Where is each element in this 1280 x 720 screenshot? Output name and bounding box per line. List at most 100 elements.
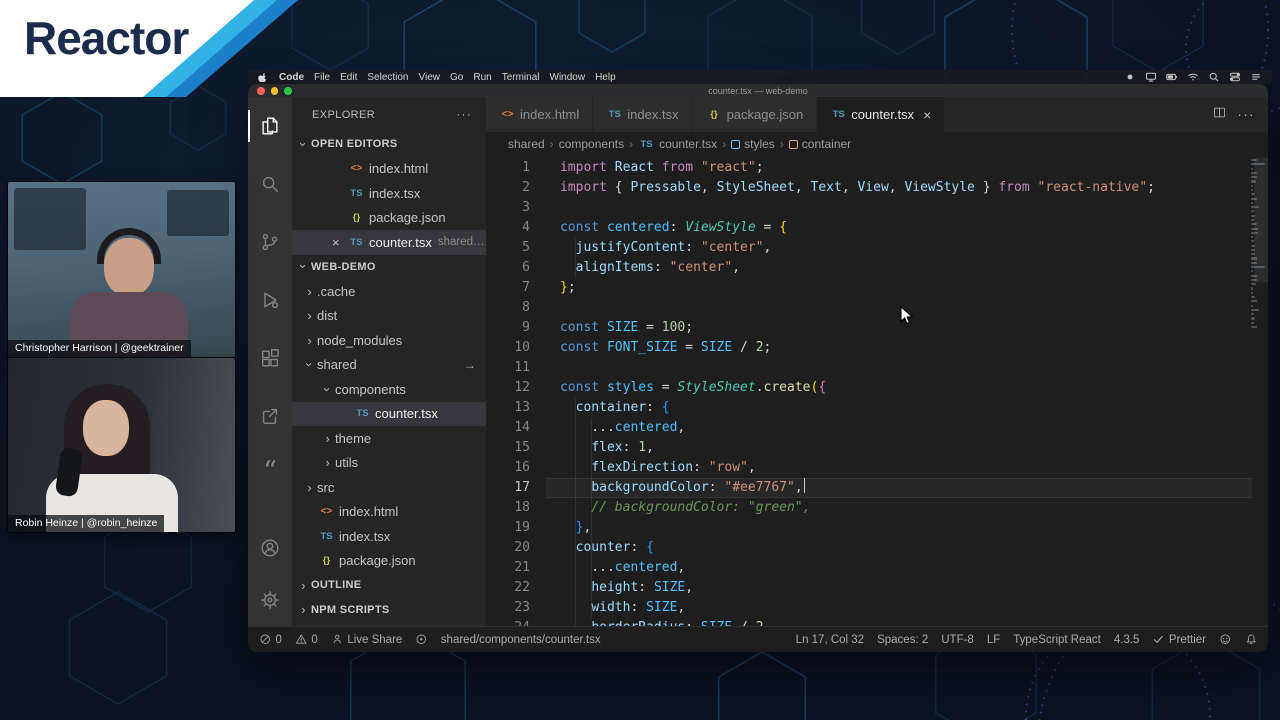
code-line-21[interactable]: ...centered, (546, 558, 1252, 578)
open-editor-counter.tsx[interactable]: × TS counter.tsx shared… (292, 230, 486, 255)
code-line-22[interactable]: height: SIZE, (546, 578, 1252, 598)
code-line-19[interactable]: }, (546, 518, 1252, 538)
code-line-12[interactable]: const styles = StyleSheet.create({ (546, 378, 1252, 398)
explorer-more-actions-icon[interactable]: ··· (457, 109, 473, 121)
code-content[interactable]: import React from "react"; import { Press… (546, 158, 1252, 626)
status-live-session[interactable] (415, 633, 428, 646)
activity-source-control[interactable] (248, 213, 292, 271)
status-problems-errors[interactable]: 0 (259, 633, 282, 646)
code-editor[interactable]: 123456789101112131415161718192021222324 … (486, 156, 1268, 626)
menu-window[interactable]: Window (550, 72, 586, 83)
tree-folder-shared[interactable]: › shared → (292, 353, 486, 378)
status-encoding[interactable]: UTF-8 (941, 634, 974, 646)
code-line-5[interactable]: justifyContent: "center", (546, 238, 1252, 258)
code-line-13[interactable]: container: { (546, 398, 1252, 418)
code-line-18[interactable]: // backgroundColor: "green", (546, 498, 1252, 518)
activity-extensions[interactable] (248, 329, 292, 387)
breadcrumb-counter.tsx[interactable]: TS counter.tsx (638, 137, 718, 151)
status-active-file-path[interactable]: shared/components/counter.tsx (441, 634, 601, 646)
close-editor-icon[interactable]: × (332, 235, 348, 250)
menu-view[interactable]: View (419, 72, 441, 83)
section-web-demo[interactable]: › WEB-DEMO (292, 255, 486, 280)
tab-index.tsx[interactable]: TS index.tsx (593, 97, 693, 132)
breadcrumb-container[interactable]: container (788, 137, 851, 151)
code-line-10[interactable]: const FONT_SIZE = SIZE / 2; (546, 338, 1252, 358)
menu-run[interactable]: Run (473, 72, 491, 83)
activity-explorer[interactable] (248, 97, 292, 155)
status-notifications[interactable] (1245, 633, 1258, 646)
tree-file-package.json[interactable]: {} package.json (292, 549, 486, 574)
activity-accounts[interactable] (248, 522, 292, 574)
code-line-24[interactable]: borderRadius: SIZE / 2, (546, 618, 1252, 626)
code-line-23[interactable]: width: SIZE, (546, 598, 1252, 618)
code-line-11[interactable] (546, 358, 1252, 378)
tab-package.json[interactable]: {} package.json (692, 97, 818, 132)
code-line-20[interactable]: counter: { (546, 538, 1252, 558)
battery-icon[interactable] (1166, 71, 1178, 83)
open-editor-index.tsx[interactable]: TS index.tsx (292, 181, 486, 206)
code-line-14[interactable]: ...centered, (546, 418, 1252, 438)
scrollbar-thumb[interactable] (1254, 158, 1268, 282)
split-editor-icon[interactable] (1212, 105, 1227, 125)
menu-selection[interactable]: Selection (367, 72, 408, 83)
tree-folder-utils[interactable]: › utils (292, 451, 486, 476)
code-line-2[interactable]: import { Pressable, StyleSheet, Text, Vi… (546, 178, 1252, 198)
line-numbers[interactable]: 123456789101112131415161718192021222324 (486, 158, 530, 626)
tree-folder-theme[interactable]: › theme (292, 426, 486, 451)
menu-help[interactable]: Help (595, 72, 616, 83)
status-live-share[interactable]: Live Share (331, 633, 402, 646)
code-line-16[interactable]: flexDirection: "row", (546, 458, 1252, 478)
display-icon[interactable] (1145, 71, 1157, 83)
tab-counter.tsx[interactable]: TS counter.tsx × (817, 97, 946, 132)
menu-file[interactable]: File (314, 72, 330, 83)
code-line-17[interactable]: backgroundColor: "#ee7767", (546, 478, 1252, 498)
open-editor-package.json[interactable]: {} package.json (292, 206, 486, 231)
status-indentation[interactable]: Spaces: 2 (877, 634, 928, 646)
status-language-mode[interactable]: TypeScript React (1013, 634, 1101, 646)
activity-manage[interactable] (248, 574, 292, 626)
tab-index.html[interactable]: <> index.html (486, 97, 594, 132)
tree-folder-src[interactable]: › src (292, 475, 486, 500)
tree-folder-dist[interactable]: › dist (292, 304, 486, 329)
tree-file-index.html[interactable]: <> index.html (292, 500, 486, 525)
control-center-icon[interactable] (1229, 71, 1241, 83)
search-icon[interactable] (1208, 71, 1220, 83)
code-line-7[interactable]: }; (546, 278, 1252, 298)
activity-search[interactable] (248, 155, 292, 213)
breadcrumb-shared[interactable]: shared (508, 137, 545, 151)
status-feedback[interactable] (1219, 633, 1232, 646)
menu-go[interactable]: Go (450, 72, 463, 83)
menu-edit[interactable]: Edit (340, 72, 357, 83)
activity-live-share[interactable] (248, 387, 292, 445)
code-line-6[interactable]: alignItems: "center", (546, 258, 1252, 278)
more-actions-icon[interactable]: ··· (1238, 107, 1256, 122)
activity-run-and-debug[interactable] (248, 271, 292, 329)
code-line-4[interactable]: const centered: ViewStyle = { (546, 218, 1252, 238)
status-problems-warnings[interactable]: 0 (295, 633, 318, 646)
section-npm-scripts[interactable]: › NPM SCRIPTS (292, 598, 486, 623)
code-line-1[interactable]: import React from "react"; (546, 158, 1252, 178)
breadcrumb-styles[interactable]: styles (731, 137, 775, 151)
code-line-3[interactable] (546, 198, 1252, 218)
tree-folder-node_modules[interactable]: › node_modules (292, 328, 486, 353)
section-open-editors[interactable]: › OPEN EDITORS (292, 132, 486, 157)
vscode-titlebar[interactable]: counter.tsx — web-demo (248, 84, 1268, 97)
open-editor-index.html[interactable]: <> index.html (292, 157, 486, 182)
tree-folder-components[interactable]: › components (292, 377, 486, 402)
menu-list-icon[interactable] (1250, 71, 1262, 83)
menu-terminal[interactable]: Terminal (502, 72, 540, 83)
breadcrumb-components[interactable]: components (559, 137, 624, 151)
activity-comments[interactable]: “ (248, 445, 292, 503)
record-dot-icon[interactable] (1124, 71, 1136, 83)
code-line-15[interactable]: flex: 1, (546, 438, 1252, 458)
tree-folder-.cache[interactable]: › .cache (292, 279, 486, 304)
status-prettier[interactable]: Prettier (1152, 633, 1206, 646)
tree-file-index.tsx[interactable]: TS index.tsx (292, 524, 486, 549)
status-cursor-position[interactable]: Ln 17, Col 32 (796, 634, 864, 646)
reveal-arrow-icon[interactable]: → (464, 358, 476, 372)
status-eol[interactable]: LF (987, 634, 1000, 646)
close-tab-icon[interactable]: × (923, 107, 931, 123)
status-typescript-version[interactable]: 4.3.5 (1114, 634, 1140, 646)
wifi-icon[interactable] (1187, 71, 1199, 83)
tree-file-counter.tsx[interactable]: TS counter.tsx (292, 401, 486, 426)
